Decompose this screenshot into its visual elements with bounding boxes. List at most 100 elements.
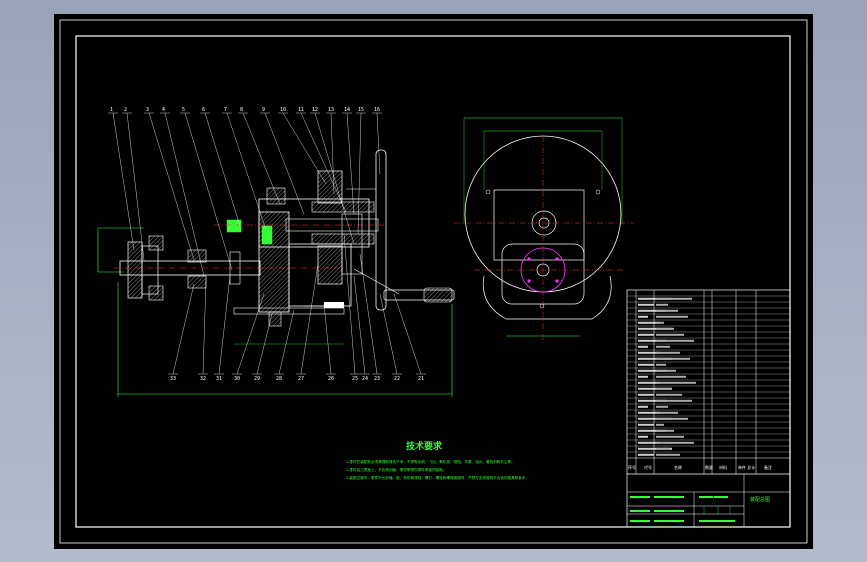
bom-row-scribble (656, 405, 668, 408)
handle-grip (423, 287, 453, 303)
bom-row-scribble (656, 357, 690, 360)
callout-bottom-28: 28 (276, 376, 282, 382)
parts-list-table: 序号 代号 名称 数量 材料 单件 总计 备注 装配总图 (626, 289, 791, 528)
bom-header-code: 代号 (644, 464, 652, 470)
bom-row-scribble (638, 393, 654, 396)
bom-row-scribble (656, 369, 676, 372)
bom-row-scribble (656, 417, 688, 420)
callout-top-10: 10 (280, 107, 286, 113)
bom-header-name: 名称 (674, 464, 682, 470)
green-section-insert-2 (261, 225, 273, 245)
tech-req-line-1: 1.零件在装配前必须清理和清洗干净，不得有毛刺、飞边、氧化皮、锈蚀、切屑、油污、… (346, 459, 515, 464)
callout-bottom-26: 26 (328, 376, 334, 382)
title-block-cell-text (699, 496, 713, 498)
end-view (454, 117, 634, 344)
left-coupling (127, 241, 143, 299)
bom-row-scribble (638, 333, 654, 336)
section-view: 1 2 3 4 5 6 7 8 9 10 11 12 13 14 15 16 33 32 31 30 29 28 27 26… (97, 107, 455, 397)
tech-req-title: 技术要求 (406, 440, 443, 452)
leader-lines-bottom (168, 233, 426, 375)
callout-bottom-33: 33 (170, 376, 176, 382)
bom-header-material: 材料 (719, 464, 727, 470)
drawing-sheet: 1 2 3 4 5 6 7 8 9 10 11 12 13 14 15 16 33 32 31 30 29 28 27 26… (54, 14, 813, 549)
cad-viewport[interactable]: 1 2 3 4 5 6 7 8 9 10 11 12 13 14 15 16 33 32 31 30 29 28 27 26… (0, 0, 867, 562)
callout-top-6: 6 (202, 107, 205, 113)
bom-row-scribble (656, 345, 670, 348)
bearing-left-top (187, 249, 207, 263)
bom-row-scribble (656, 363, 666, 366)
bom-header-remarks: 备注 (764, 464, 772, 470)
drawing-name: 装配总图 (750, 496, 770, 503)
outer-border (59, 19, 808, 544)
bom-row-scribble (656, 333, 684, 336)
bom-row-scribble (656, 381, 696, 384)
bom-row-scribble (638, 315, 648, 318)
tech-req-line-3: 3.装配过程中，零件不允许磕、碰、划伤和锈蚀，螺钉、螺栓和螺母紧固时，严禁打击或… (346, 475, 529, 480)
end-view-housing (493, 189, 585, 261)
bom-header-qty: 数量 (705, 464, 713, 470)
bom-row-scribble (638, 453, 654, 456)
bom-row-scribble (656, 441, 694, 444)
callout-bottom-27: 27 (298, 376, 304, 382)
bom-row-scribble (656, 423, 664, 426)
callout-bottom-23: 23 (374, 376, 380, 382)
bom-row-scribble (656, 309, 678, 312)
bom-row-scribble (656, 303, 668, 306)
title-block-cell-text (714, 496, 728, 498)
title-block-cell-text (630, 496, 650, 498)
callout-top-12: 12 (312, 107, 318, 113)
bom-row-scribble (656, 411, 678, 414)
callout-bottom-30: 30 (234, 376, 240, 382)
callout-labels-bottom: 33 32 31 30 29 28 27 26 25 24 23 22 21 (170, 376, 424, 382)
callout-top-3: 3 (146, 107, 149, 113)
title-block-cell-text (654, 520, 684, 522)
bom-row-scribble (638, 303, 654, 306)
bom-row-scribble (656, 321, 664, 324)
callout-bottom-31: 31 (216, 376, 222, 382)
bom-row-scribble (656, 339, 694, 342)
callout-bottom-29: 29 (254, 376, 260, 382)
bom-row-scribble (638, 405, 648, 408)
right-gear-block (317, 170, 343, 204)
bom-row-scribble (638, 375, 648, 378)
callout-bottom-21: 21 (418, 376, 424, 382)
callout-top-4: 4 (162, 107, 165, 113)
bom-header-weight: 单件 总计 (738, 464, 755, 470)
bom-row-scribble (656, 399, 692, 402)
callout-top-15: 15 (358, 107, 364, 113)
callout-top-7: 7 (224, 107, 227, 113)
bom-row-scribble (656, 327, 674, 330)
bom-row-scribble (656, 315, 688, 318)
title-block-cell-text (654, 510, 684, 512)
callout-bottom-24: 24 (362, 376, 368, 382)
title-block-cell-text (654, 496, 684, 498)
callout-top-1: 1 (110, 107, 113, 113)
title-block-cell-text (630, 520, 650, 522)
bom-row-scribble (656, 429, 674, 432)
callout-bottom-25: 25 (352, 376, 358, 382)
bom-row-scribble (638, 423, 654, 426)
bom-row-scribble (638, 345, 648, 348)
callout-top-5: 5 (182, 107, 185, 113)
callout-top-11: 11 (298, 107, 304, 113)
bom-row-scribble (656, 393, 682, 396)
callout-top-9: 9 (262, 107, 265, 113)
title-block-cell-text (699, 520, 735, 522)
callout-top-14: 14 (344, 107, 350, 113)
technical-requirements: 技术要求 1.零件在装配前必须清理和清洗干净，不得有毛刺、飞边、氧化皮、锈蚀、切… (346, 440, 529, 480)
bom-row-scribble (656, 297, 692, 300)
callout-bottom-32: 32 (200, 376, 206, 382)
tech-req-line-2: 2.零件加工表面上，不应有划痕、擦伤等损伤零件表面的缺陷。 (346, 467, 446, 472)
callout-bottom-22: 22 (394, 376, 400, 382)
callout-top-13: 13 (328, 107, 334, 113)
title-block-cell-text (630, 510, 650, 512)
bearing-left-bottom (187, 275, 207, 289)
bom-row-scribble (656, 435, 684, 438)
bom-row-scribble (656, 447, 670, 450)
bom-row-scribble (638, 435, 648, 438)
bom-row-scribble (656, 375, 686, 378)
callout-top-16: 16 (374, 107, 380, 113)
bom-row-scribble (656, 453, 680, 456)
callout-top-2: 2 (124, 107, 127, 113)
bom-row-scribble (656, 351, 680, 354)
